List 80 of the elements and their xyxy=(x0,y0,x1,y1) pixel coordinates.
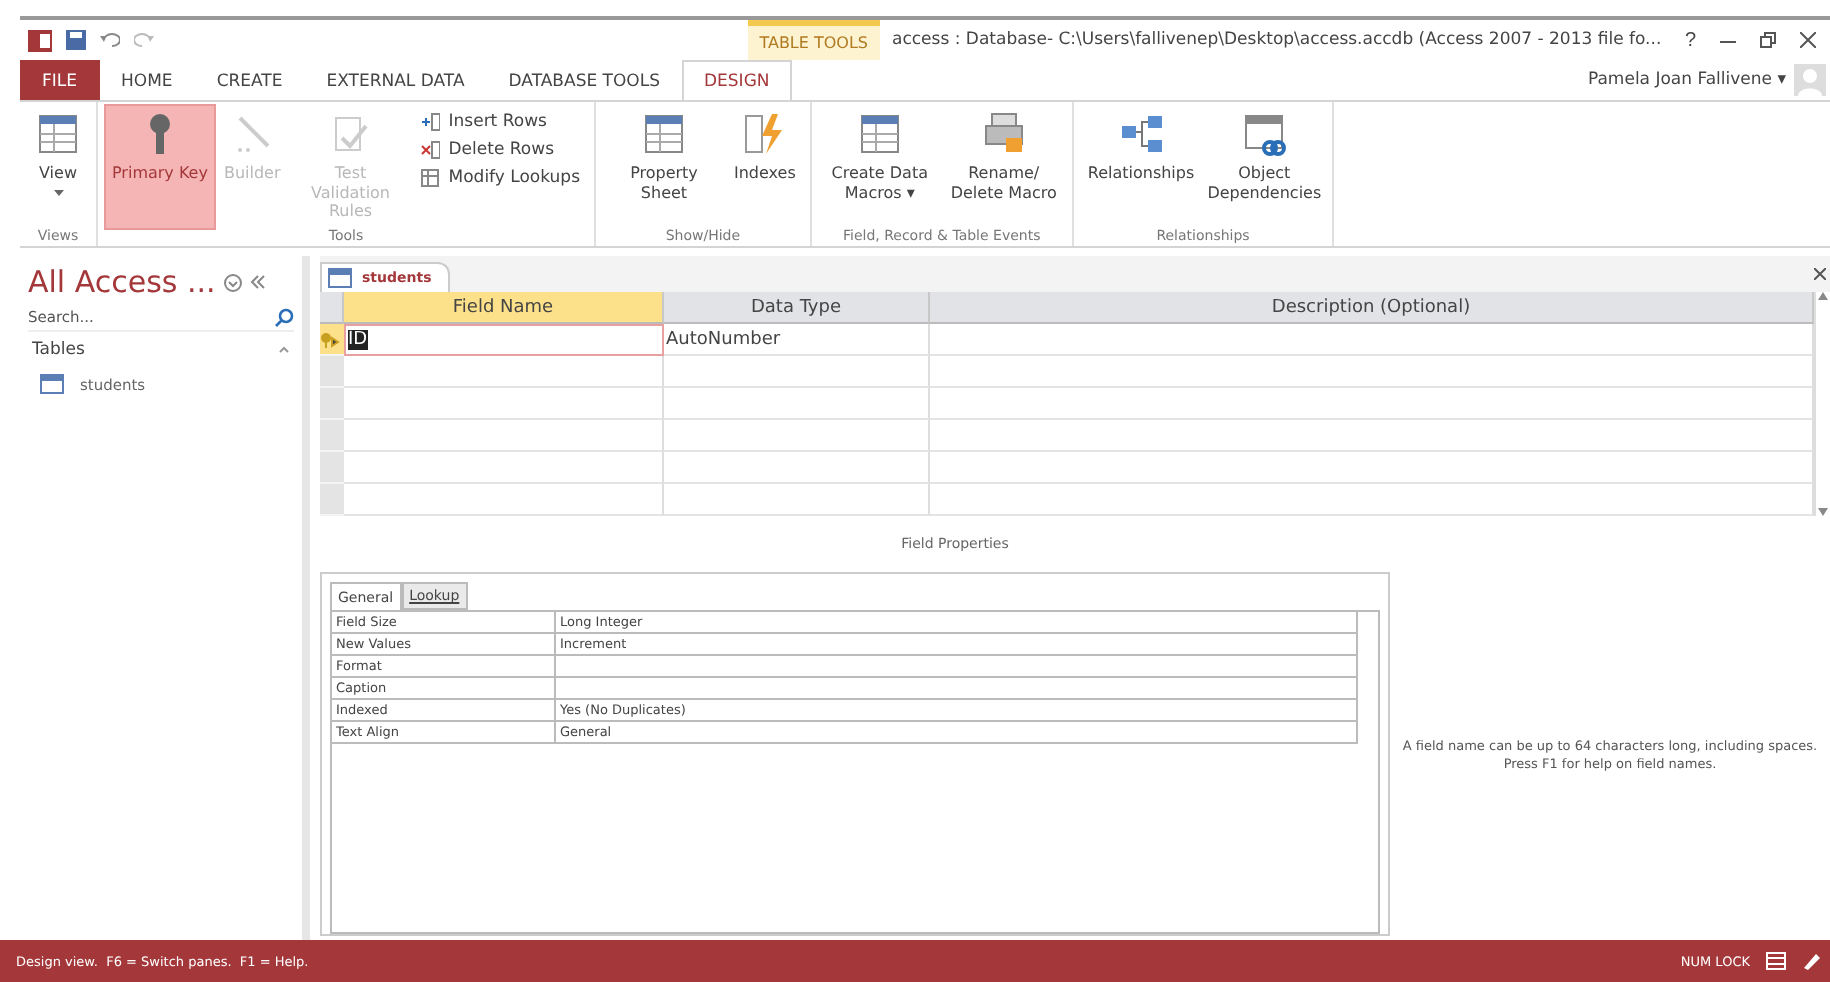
field-name-cell[interactable] xyxy=(344,356,664,388)
help-button[interactable]: ? xyxy=(1678,29,1702,51)
nav-group-label[interactable]: Tables xyxy=(32,340,85,360)
table-icon xyxy=(40,374,64,394)
key-icon xyxy=(320,331,340,347)
file-tab[interactable]: FILE xyxy=(20,60,100,100)
window-title: access : Database- C:\Users\fallivenep\Desktop\access.accdb (Access 2007 - 2013 file fo... xyxy=(892,30,1664,50)
ribbon-button[interactable]: Indexes xyxy=(728,106,802,228)
description-cell[interactable] xyxy=(930,388,1814,420)
table-icon xyxy=(855,110,904,158)
field-name-cell[interactable] xyxy=(344,452,664,484)
user-name[interactable]: Pamela Joan Fallivene ▾ xyxy=(1587,70,1786,90)
row-selector[interactable] xyxy=(320,452,344,484)
ribbon-button[interactable]: Create Data Macros ▾ xyxy=(819,106,940,228)
row-selector[interactable] xyxy=(320,388,344,420)
undo-icon[interactable] xyxy=(100,32,120,48)
ribbon-button[interactable]: Rename/ Delete Macro xyxy=(943,106,1064,228)
description-cell[interactable] xyxy=(930,324,1814,356)
avatar-icon[interactable] xyxy=(1794,64,1826,96)
restore-icon[interactable] xyxy=(1760,32,1776,48)
relationship-icon xyxy=(1117,110,1166,158)
field-name-cell[interactable] xyxy=(344,388,664,420)
collapse-icon[interactable] xyxy=(249,274,266,290)
close-icon[interactable] xyxy=(1800,32,1816,48)
scroll-down-icon[interactable] xyxy=(1818,508,1828,516)
row-selector[interactable] xyxy=(320,324,344,356)
ribbon-tab[interactable]: HOME xyxy=(99,60,195,100)
description-cell[interactable] xyxy=(930,420,1814,452)
field-name-cell[interactable] xyxy=(344,484,664,516)
column-header: Field Name xyxy=(344,292,664,324)
ribbon-button[interactable]: Relationships xyxy=(1081,106,1201,228)
save-icon[interactable] xyxy=(66,30,86,50)
nav-pane-title[interactable]: All Access ... xyxy=(28,264,216,300)
delete-rows-icon xyxy=(420,140,441,160)
printer-icon xyxy=(979,110,1028,158)
context-tab-label: TABLE TOOLS xyxy=(747,20,880,60)
search-icon xyxy=(274,307,294,327)
table-link-icon xyxy=(1240,110,1289,158)
ribbon-button[interactable]: Insert Rows xyxy=(414,110,586,134)
collapse-icon[interactable] xyxy=(278,344,290,356)
data-type-cell[interactable] xyxy=(664,420,930,452)
data-type-cell[interactable] xyxy=(664,388,930,420)
ribbon-button[interactable]: Modify Lookups xyxy=(414,166,586,190)
scrollbar[interactable] xyxy=(1814,292,1830,516)
description-cell[interactable] xyxy=(930,484,1814,516)
datasheet-view-icon[interactable] xyxy=(1766,952,1786,970)
ribbon-tab[interactable]: EXTERNAL DATA xyxy=(304,60,487,100)
caret-icon xyxy=(53,189,63,196)
ribbon-tab[interactable]: DATABASE TOOLS xyxy=(486,60,682,100)
field-name-cell[interactable] xyxy=(344,420,664,452)
dropdown-circle-icon[interactable] xyxy=(223,273,242,291)
ribbon-button[interactable]: Property Sheet xyxy=(604,106,724,228)
data-type-cell[interactable] xyxy=(664,356,930,388)
ribbon-button[interactable]: Delete Rows xyxy=(414,138,586,162)
app-logo-icon xyxy=(28,29,52,51)
ribbon-tab[interactable]: CREATE xyxy=(194,60,305,100)
sheet-icon xyxy=(640,110,688,158)
ribbon-button[interactable]: Primary Key xyxy=(106,106,214,228)
table-icon xyxy=(34,110,82,158)
header-corner[interactable] xyxy=(320,292,344,324)
redo-icon[interactable] xyxy=(134,32,154,48)
row-selector[interactable] xyxy=(320,484,344,516)
table-icon xyxy=(328,268,352,288)
column-header: Description (Optional) xyxy=(930,292,1814,324)
data-type-cell[interactable]: AutoNumber xyxy=(664,324,930,356)
lookup-icon xyxy=(420,168,441,188)
data-type-cell[interactable] xyxy=(664,484,930,516)
design-view-icon[interactable] xyxy=(1802,952,1822,970)
close-icon[interactable] xyxy=(1814,268,1826,280)
ribbon-button[interactable]: View xyxy=(28,106,88,228)
ribbon-button[interactable]: Object Dependencies xyxy=(1204,106,1325,228)
description-cell[interactable] xyxy=(930,356,1814,388)
row-selector[interactable] xyxy=(320,420,344,452)
description-cell[interactable] xyxy=(930,452,1814,484)
data-type-cell[interactable] xyxy=(664,452,930,484)
column-header: Data Type xyxy=(664,292,930,324)
ribbon-tab[interactable]: DESIGN xyxy=(682,60,792,100)
field-name-cell[interactable]: ID xyxy=(344,324,664,356)
row-selector[interactable] xyxy=(320,356,344,388)
insert-rows-icon xyxy=(420,112,441,132)
